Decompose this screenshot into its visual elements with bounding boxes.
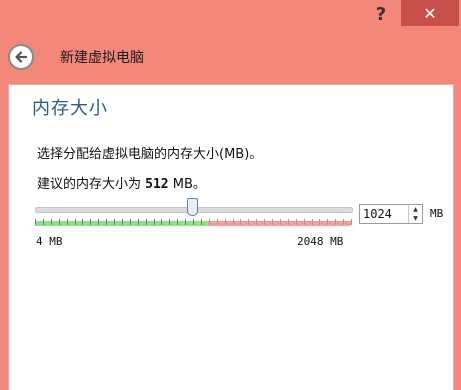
slider-tick <box>311 219 313 225</box>
slider-ticks <box>35 219 352 228</box>
spin-buttons: ▲ ▼ <box>408 205 422 223</box>
slider-tick <box>169 219 171 225</box>
slider-tick <box>256 219 258 225</box>
spin-down-button[interactable]: ▼ <box>409 214 422 223</box>
slider-tick <box>327 219 329 225</box>
slider-tick <box>343 219 345 225</box>
wizard-header: 新建虚拟电脑 <box>0 34 461 82</box>
arrow-left-icon <box>15 51 28 63</box>
slider-tick <box>185 219 187 225</box>
slider-tick <box>121 219 123 225</box>
slider-tick <box>137 219 139 225</box>
memory-unit-label: MB <box>430 207 444 220</box>
page-title: 内存大小 <box>32 98 108 119</box>
arrow-down-icon: ▼ <box>413 214 418 222</box>
slider-tick <box>177 219 179 225</box>
slider-tick <box>153 219 155 225</box>
memory-slider[interactable] <box>33 195 355 235</box>
slider-tick <box>35 219 36 225</box>
memory-value-input[interactable] <box>360 205 406 223</box>
title-bar: ? ✕ <box>0 0 461 34</box>
content-panel: 内存大小 选择分配给虚拟电脑的内存大小(MB)。 建议的内存大小为 512 MB… <box>8 84 454 390</box>
slider-tick <box>287 219 289 225</box>
slider-tick <box>90 219 92 225</box>
recommend-suffix: MB。 <box>168 177 206 192</box>
slider-thumb[interactable] <box>187 198 199 216</box>
slider-min-label: 4 MB <box>36 235 63 248</box>
close-icon: ✕ <box>423 3 437 23</box>
slider-tick <box>208 219 210 225</box>
slider-tick <box>319 219 321 225</box>
slider-tick <box>240 219 242 225</box>
slider-tick <box>106 219 108 225</box>
slider-tick <box>193 219 194 225</box>
slider-tick <box>272 219 273 225</box>
slider-tick <box>351 219 352 225</box>
slider-tick <box>264 219 266 225</box>
slider-tick <box>145 219 147 225</box>
help-button[interactable]: ? <box>362 0 400 28</box>
slider-tick <box>98 219 100 225</box>
slider-tick <box>232 219 234 225</box>
spin-up-button[interactable]: ▲ <box>409 205 422 214</box>
slider-tick <box>295 219 297 225</box>
slider-tick <box>224 219 226 225</box>
slider-tick <box>200 219 202 225</box>
slider-tick <box>335 219 337 225</box>
slider-tick <box>161 219 163 225</box>
slider-tick <box>82 219 84 225</box>
slider-tick <box>129 219 131 225</box>
memory-description: 选择分配给虚拟电脑的内存大小(MB)。 <box>37 147 263 162</box>
slider-tick <box>74 219 76 225</box>
recommended-memory-value: 512 <box>145 177 169 192</box>
slider-tick <box>303 219 305 225</box>
back-button[interactable] <box>8 44 34 70</box>
slider-tick <box>279 219 281 225</box>
slider-tick <box>114 219 115 225</box>
slider-max-label: 2048 MB <box>297 235 344 248</box>
wizard-title: 新建虚拟电脑 <box>60 50 144 66</box>
recommend-prefix: 建议的内存大小为 <box>37 177 146 192</box>
slider-tick <box>66 219 68 225</box>
recommended-memory-text: 建议的内存大小为 512 MB。 <box>37 173 206 192</box>
slider-tick <box>216 219 218 225</box>
arrow-up-icon: ▲ <box>413 205 418 213</box>
slider-tick <box>42 219 44 225</box>
slider-tick <box>50 219 52 225</box>
slider-tick <box>248 219 250 225</box>
memory-spinbox[interactable]: ▲ ▼ <box>359 204 423 224</box>
close-button[interactable]: ✕ <box>401 0 459 26</box>
slider-tick <box>58 219 60 225</box>
